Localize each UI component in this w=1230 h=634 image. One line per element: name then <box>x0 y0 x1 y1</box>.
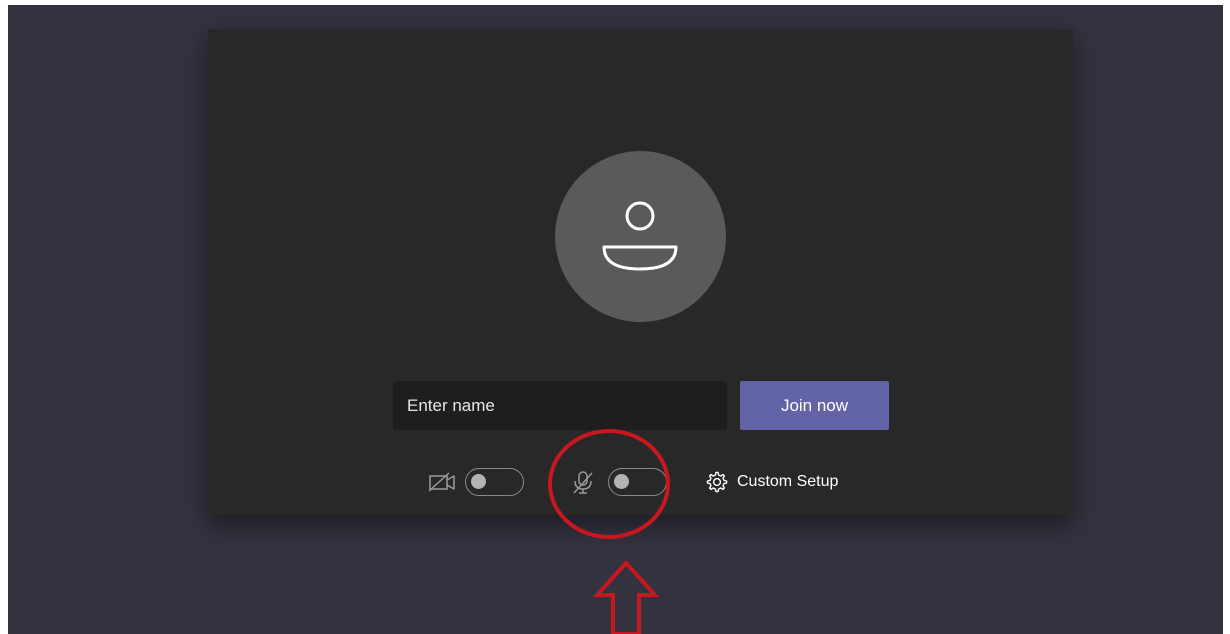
meeting-prejoin-background: Join now <box>8 5 1223 634</box>
camera-toggle[interactable] <box>465 468 524 496</box>
name-input[interactable] <box>393 381 727 430</box>
camera-toggle-knob <box>471 474 486 489</box>
mic-toggle[interactable] <box>608 468 667 496</box>
gear-icon <box>706 471 728 493</box>
person-icon <box>602 201 678 271</box>
custom-setup-button[interactable]: Custom Setup <box>706 469 838 495</box>
camera-off-icon <box>428 471 458 498</box>
mic-off-icon <box>571 470 595 501</box>
mic-toggle-knob <box>614 474 629 489</box>
custom-setup-label: Custom Setup <box>737 473 839 490</box>
prejoin-card: Join now <box>208 29 1073 515</box>
avatar <box>555 151 726 322</box>
join-now-button[interactable]: Join now <box>740 381 889 430</box>
